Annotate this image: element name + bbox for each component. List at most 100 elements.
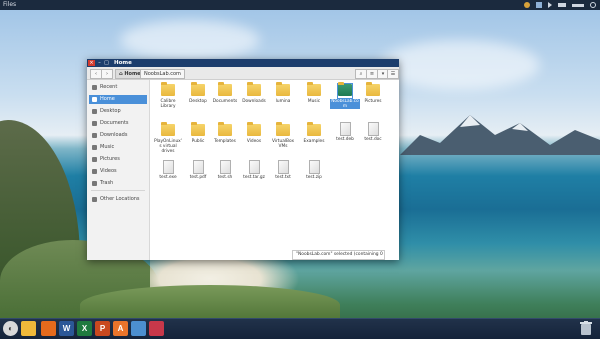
word-icon[interactable]: W bbox=[59, 321, 74, 336]
folder-item[interactable]: Templates bbox=[210, 122, 240, 144]
updates-icon[interactable] bbox=[536, 2, 542, 8]
sidebar-item-videos[interactable]: Videos bbox=[89, 167, 147, 176]
menu-icon[interactable]: ◐ bbox=[3, 321, 18, 336]
videos-icon bbox=[92, 169, 97, 174]
sidebar-item-label: Downloads bbox=[100, 132, 128, 138]
cloud bbox=[380, 40, 540, 90]
folder-item[interactable]: PlayOnLinux's virtual drives bbox=[153, 122, 183, 154]
window-titlebar[interactable]: × – □ Home bbox=[87, 59, 399, 67]
battery-icon[interactable] bbox=[558, 3, 566, 7]
breadcrumb-noobslab[interactable]: NoobsLab.com bbox=[140, 69, 185, 79]
sidebar-item-label: Documents bbox=[100, 120, 129, 126]
sidebar-item-downloads[interactable]: Downloads bbox=[89, 131, 147, 140]
item-name: Desktop bbox=[189, 99, 207, 104]
sidebar-item-trash[interactable]: Trash bbox=[89, 179, 147, 188]
item-name: Downloads bbox=[242, 99, 266, 104]
maximize-icon[interactable]: □ bbox=[103, 60, 110, 66]
system-tray bbox=[524, 0, 596, 10]
folder-icon bbox=[307, 82, 321, 96]
files-icon[interactable] bbox=[21, 321, 36, 336]
download-icon bbox=[92, 133, 97, 138]
software-center-icon[interactable]: A bbox=[113, 321, 128, 336]
menu-icon[interactable]: ☰ bbox=[387, 69, 399, 79]
folder-icon bbox=[338, 82, 352, 96]
folder-icon bbox=[161, 122, 175, 136]
file-item[interactable]: test.txt bbox=[268, 160, 298, 180]
network-icon[interactable] bbox=[524, 2, 530, 8]
display-icon[interactable] bbox=[131, 321, 146, 336]
folder-item[interactable]: Desktop bbox=[183, 82, 213, 104]
folder-item[interactable]: lumina bbox=[268, 82, 298, 104]
folder-item[interactable]: Documents bbox=[210, 82, 240, 104]
folder-item[interactable]: Calibre Library bbox=[153, 82, 183, 109]
item-icon-frame bbox=[218, 82, 232, 98]
folder-item[interactable]: Music bbox=[299, 82, 329, 104]
window-title: Home bbox=[114, 60, 132, 66]
file-item[interactable]: test.doc bbox=[358, 122, 388, 142]
item-name: test.pdf bbox=[189, 175, 207, 180]
folder-icon bbox=[247, 82, 261, 96]
volume-icon[interactable] bbox=[548, 2, 552, 8]
sidebar-item-music[interactable]: Music bbox=[89, 143, 147, 152]
item-icon-frame bbox=[191, 160, 205, 174]
power-icon[interactable] bbox=[590, 2, 596, 8]
item-icon-frame bbox=[161, 160, 175, 174]
document-icon bbox=[162, 160, 174, 174]
powerpoint-icon[interactable]: P bbox=[95, 321, 110, 336]
item-name: test.sh bbox=[217, 175, 233, 180]
item-name: test.txt bbox=[275, 175, 291, 180]
plus-icon bbox=[92, 197, 97, 202]
folder-icon bbox=[276, 82, 290, 96]
item-icon-frame bbox=[337, 82, 353, 99]
folder-icon bbox=[307, 122, 321, 136]
close-icon[interactable]: × bbox=[88, 60, 95, 66]
minimize-icon[interactable]: – bbox=[96, 60, 103, 66]
item-name: VirtualBox VMs bbox=[271, 139, 295, 149]
file-item[interactable]: test.exe bbox=[153, 160, 183, 180]
folder-item[interactable]: Examples bbox=[299, 122, 329, 144]
trash-icon[interactable] bbox=[580, 321, 592, 336]
sidebar-item-label: Music bbox=[100, 144, 115, 150]
sidebar-item-documents[interactable]: Documents bbox=[89, 119, 147, 128]
item-name: test.exe bbox=[159, 175, 177, 180]
sidebar-item-label: Trash bbox=[100, 180, 114, 186]
file-manager-window: × – □ Home ‹ › ⌂ Home NoobsLab.com ⌕ ≡ ▾… bbox=[87, 59, 399, 260]
item-icon-frame bbox=[276, 122, 290, 138]
item-name: Examples bbox=[303, 139, 325, 144]
sidebar-item-label: Home bbox=[100, 96, 115, 102]
file-item[interactable]: test.deb bbox=[330, 122, 360, 142]
sidebar-item-pictures[interactable]: Pictures bbox=[89, 155, 147, 164]
item-icon-frame bbox=[307, 122, 321, 138]
calendar-icon[interactable] bbox=[149, 321, 164, 336]
folder-item[interactable]: Pictures bbox=[358, 82, 388, 104]
file-item[interactable]: test.sh bbox=[210, 160, 240, 180]
folder-item[interactable]: VirtualBox VMs bbox=[268, 122, 298, 149]
folder-item[interactable]: NoobsLab.com bbox=[330, 82, 360, 109]
document-icon bbox=[308, 160, 320, 174]
sidebar-item-other-locations[interactable]: Other Locations bbox=[89, 195, 147, 204]
item-icon-frame bbox=[247, 82, 261, 98]
document-icon bbox=[339, 122, 351, 136]
sidebar-item-home[interactable]: Home bbox=[89, 95, 147, 104]
item-name: Videos bbox=[246, 139, 262, 144]
forward-button[interactable]: › bbox=[101, 69, 113, 79]
status-bar: "NoobsLab.com" selected (containing 0 it… bbox=[292, 250, 385, 260]
clock-icon[interactable] bbox=[572, 3, 584, 7]
file-item[interactable]: test.pdf bbox=[183, 160, 213, 180]
music-icon bbox=[92, 145, 97, 150]
firefox-icon[interactable] bbox=[41, 321, 56, 336]
folder-icon bbox=[218, 82, 232, 96]
sidebar-item-desktop[interactable]: Desktop bbox=[89, 107, 147, 116]
sidebar-item-recent[interactable]: Recent bbox=[89, 83, 147, 92]
folder-icon bbox=[366, 82, 380, 96]
folder-item[interactable]: Videos bbox=[239, 122, 269, 144]
clock-icon bbox=[92, 85, 97, 90]
item-icon-frame bbox=[161, 82, 175, 98]
file-item[interactable]: test.zip bbox=[299, 160, 329, 180]
folder-item[interactable]: Downloads bbox=[239, 82, 269, 104]
item-icon-frame bbox=[366, 82, 380, 98]
item-name: Calibre Library bbox=[160, 99, 176, 109]
folder-item[interactable]: Public bbox=[183, 122, 213, 144]
file-item[interactable]: test.tar.gz bbox=[239, 160, 269, 180]
excel-icon[interactable]: X bbox=[77, 321, 92, 336]
